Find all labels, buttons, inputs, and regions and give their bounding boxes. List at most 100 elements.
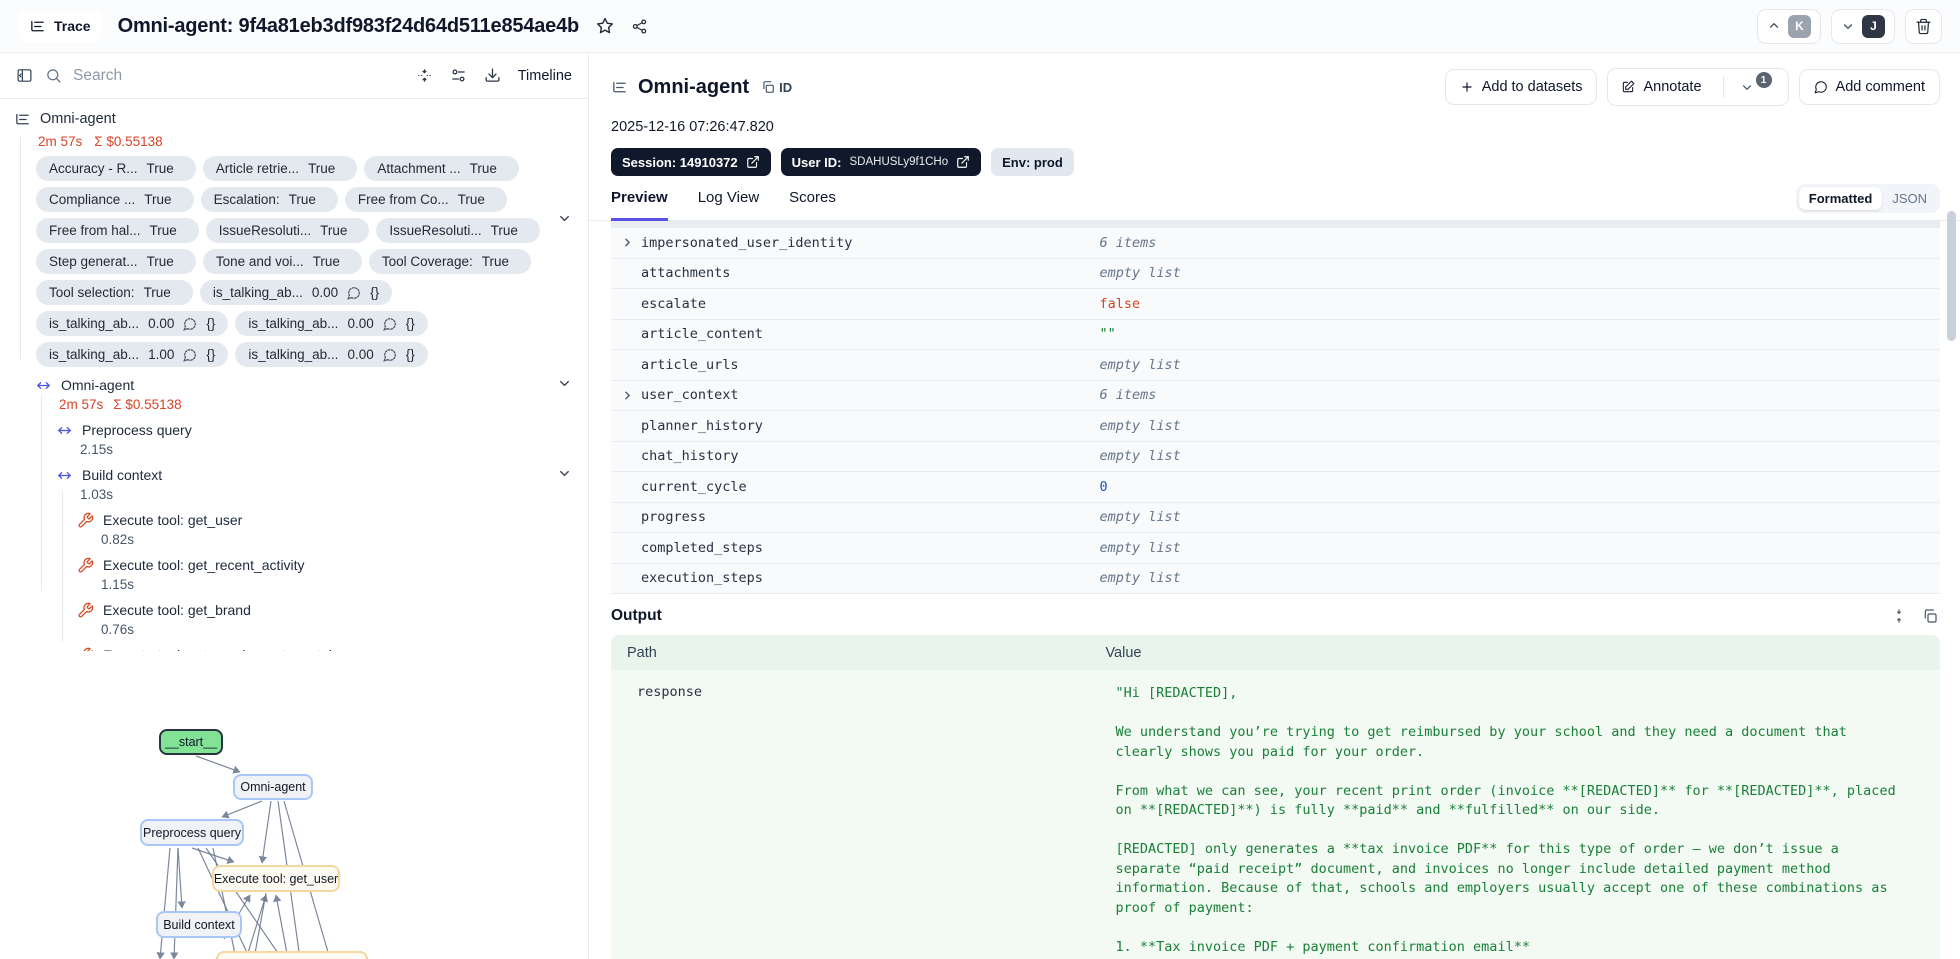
score-label: Free from hal... [49, 223, 141, 238]
tree-guide-line [20, 137, 21, 359]
tree-span-row[interactable]: Omni-agent 2m 57s Σ $0.55138 [0, 375, 588, 413]
chevron-down-icon[interactable] [557, 466, 572, 481]
kv-key-text: article_content [641, 326, 763, 343]
graph-node[interactable]: Execute tool: get_user [212, 865, 340, 892]
graph-node[interactable]: Omni-agent [233, 774, 313, 800]
external-link-icon [957, 156, 969, 168]
trace-chip[interactable]: Trace [18, 10, 102, 42]
score-badge[interactable]: Accuracy - R... True [36, 156, 196, 181]
graph-node[interactable] [216, 951, 368, 959]
kv-row[interactable]: impersonated_user_identity 6 items [611, 228, 1940, 259]
sliders-icon[interactable] [450, 67, 467, 84]
format-toggle-item[interactable]: JSON [1882, 187, 1937, 210]
score-badge[interactable]: Free from hal... True [36, 218, 199, 243]
kv-row[interactable]: attachments empty list [611, 259, 1940, 289]
score-badge[interactable]: Attachment ... True [364, 156, 519, 181]
copy-icon[interactable] [1922, 608, 1938, 624]
graph-node[interactable]: Build context [156, 911, 242, 938]
tab[interactable]: Log View [698, 189, 759, 221]
score-badge[interactable]: Escalation: True [200, 187, 338, 212]
kv-row[interactable]: current_cycle 0 [611, 472, 1940, 503]
score-badge[interactable]: Article retrie... True [202, 156, 358, 181]
score-badge[interactable]: is_talking_ab... 0.00 {} [199, 280, 393, 305]
score-value: 0.00 [347, 316, 374, 331]
tab[interactable]: Preview [611, 189, 668, 221]
kv-row[interactable]: progress empty list [611, 503, 1940, 533]
score-badge[interactable]: Tool Coverage: True [368, 249, 531, 274]
session-badge[interactable]: Session: 14910372 [611, 148, 771, 176]
prev-trace-button[interactable]: K [1757, 8, 1821, 44]
score-value: 0.00 [347, 347, 374, 362]
kv-row[interactable]: completed_steps empty list [611, 533, 1940, 564]
score-badge[interactable]: Compliance ... True [36, 187, 194, 212]
expand-icon[interactable] [1891, 608, 1907, 624]
copy-id-button[interactable]: ID [761, 80, 792, 95]
tree-span-row[interactable]: Build context 1.03s [0, 465, 588, 503]
score-badge[interactable]: Step generat... True [36, 249, 196, 274]
search-icon [47, 69, 61, 83]
score-badge[interactable]: is_talking_ab... 0.00 {} [235, 342, 428, 367]
root-cost: Σ $0.55138 [94, 133, 163, 149]
kv-row[interactable]: article_content "" [611, 320, 1940, 350]
collapse-panel-icon[interactable] [16, 67, 33, 84]
score-badge[interactable]: is_talking_ab... 1.00 {} [36, 342, 229, 367]
annotate-dropdown-button[interactable]: 1 [1732, 69, 1788, 105]
chevron-down-icon[interactable] [557, 211, 572, 226]
tab[interactable]: Scores [789, 189, 836, 221]
score-label: Tool selection: [49, 285, 135, 300]
score-badge[interactable]: Tool selection: True [36, 280, 193, 305]
add-comment-button[interactable]: Add comment [1798, 69, 1940, 105]
kv-row[interactable]: execution_steps empty list [611, 564, 1940, 594]
chevron-right-icon[interactable] [621, 236, 634, 249]
kv-row[interactable]: escalate false [611, 289, 1940, 320]
add-to-datasets-button[interactable]: Add to datasets [1444, 69, 1598, 105]
collapse-all-icon[interactable] [416, 67, 433, 84]
kv-row[interactable]: chat_history empty list [611, 442, 1940, 472]
score-badge[interactable]: is_talking_ab... 0.00 {} [235, 311, 428, 336]
score-badge[interactable]: Free from Co... True [344, 187, 507, 212]
graph-node[interactable]: __start__ [159, 729, 223, 755]
score-badge[interactable]: Tone and voi... True [202, 249, 362, 274]
download-icon[interactable] [484, 67, 501, 84]
preview-content[interactable]: impersonated_user_identity 6 items attac… [589, 221, 1960, 959]
topbar: Trace Omni-agent: 9f4a81eb3df983f24d64d5… [0, 0, 1960, 53]
span-label: Build context [82, 467, 163, 483]
span-label: Preprocess query [82, 422, 192, 438]
kv-row[interactable]: planner_history empty list [611, 411, 1940, 442]
graph-edge [156, 847, 171, 959]
share-icon[interactable] [631, 18, 648, 35]
chevron-right-icon[interactable] [621, 389, 634, 402]
timeline-toggle-button[interactable]: Timeline [518, 68, 572, 84]
chevron-down-icon[interactable] [557, 376, 572, 391]
user-id-badge[interactable]: User ID: SDAHUSLy9f1CHo [780, 148, 982, 176]
star-icon[interactable] [595, 16, 615, 36]
span-duration: 1.15s [101, 576, 135, 592]
next-trace-button[interactable]: J [1831, 8, 1895, 44]
kv-value-text: empty list [1099, 509, 1181, 526]
score-badge[interactable]: IssueResoluti... True [205, 218, 370, 243]
graph-edge [273, 894, 289, 959]
annotate-button[interactable]: Annotate [1608, 69, 1714, 105]
tree-span-row[interactable]: Execute tool: get_user 0.82s [0, 510, 588, 548]
chevron-up-icon [1769, 23, 1779, 28]
kv-row[interactable]: article_urls empty list [611, 350, 1940, 381]
kv-row[interactable]: user_context 6 items [611, 381, 1940, 411]
tree-span-row[interactable]: Execute tool: get_recent_activity 1.15s [0, 555, 588, 593]
comment-bubble-icon [1814, 81, 1827, 94]
format-toggle-item[interactable]: Formatted [1798, 187, 1883, 210]
output-row-response[interactable]: response "Hi [REDACTED], We understand y… [611, 670, 1940, 959]
tree-root-span[interactable]: Omni-agent [0, 108, 588, 130]
trace-timestamp: 2025-12-16 07:26:47.820 [611, 119, 774, 135]
score-badge[interactable]: IssueResoluti... True [376, 218, 540, 243]
kv-key-text: impersonated_user_identity [641, 234, 853, 251]
graph-node[interactable]: Preprocess query [140, 819, 244, 846]
tool-span-icon [83, 647, 94, 651]
input-kv-table: impersonated_user_identity 6 items attac… [611, 221, 1940, 594]
scrollbar-thumb[interactable] [1947, 211, 1956, 341]
delete-trace-button[interactable] [1905, 8, 1942, 44]
score-badge[interactable]: is_talking_ab... 0.00 {} [36, 311, 229, 336]
tree-span-row[interactable]: Preprocess query 2.15s [0, 420, 588, 458]
search-input[interactable] [71, 65, 404, 86]
tree-span-row[interactable]: Execute tool: get_previous_steps_taken 1… [0, 645, 588, 651]
tree-span-row[interactable]: Execute tool: get_brand 0.76s [0, 600, 588, 638]
